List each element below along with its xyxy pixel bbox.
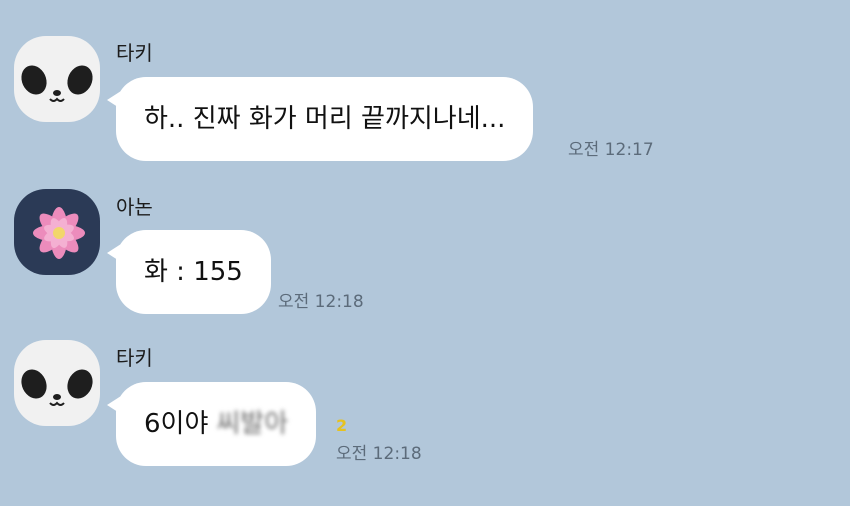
- message-bubble[interactable]: 6이야 씨발아: [106, 382, 317, 466]
- sender-name: 타키: [116, 346, 153, 370]
- message-time: 오전 12:18: [336, 444, 422, 464]
- sender-name: 타키: [116, 41, 153, 65]
- message-time: 오전 12:17: [568, 140, 654, 160]
- message-text: 6이야: [144, 409, 209, 439]
- message-bubble[interactable]: 화 : 155: [107, 230, 271, 314]
- sender-name: 아논: [116, 195, 153, 219]
- censored-text: 씨발아: [216, 409, 289, 439]
- avatar[interactable]: [14, 340, 100, 426]
- panda-icon: [14, 340, 100, 426]
- panda-icon: [14, 36, 100, 122]
- unread-count: 2: [336, 416, 348, 435]
- lotus-icon: [14, 189, 100, 275]
- message-bubble[interactable]: 하.. 진짜 화가 머리 끝까지나네...: [106, 77, 534, 161]
- avatar[interactable]: [14, 189, 100, 275]
- avatar[interactable]: [14, 36, 100, 122]
- message-time: 오전 12:18: [278, 292, 364, 312]
